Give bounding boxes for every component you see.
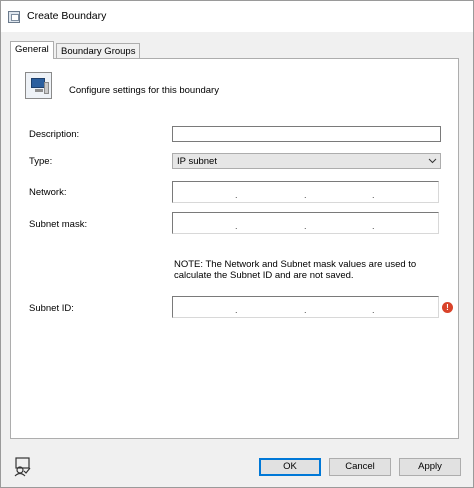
note-text: NOTE: The Network and Subnet mask values… (174, 259, 417, 281)
header-text: Configure settings for this boundary (69, 85, 219, 96)
network-field[interactable]: . . . (172, 181, 439, 203)
description-field[interactable] (172, 126, 441, 142)
computer-icon (25, 72, 52, 99)
type-select[interactable]: IP subnet (172, 153, 441, 169)
subnet-mask-field[interactable]: . . . (172, 212, 439, 234)
tab-boundary-groups[interactable]: Boundary Groups (56, 43, 141, 58)
type-selected-value: IP subnet (177, 156, 217, 167)
dialog-icon (8, 11, 20, 23)
ok-button[interactable]: OK (259, 458, 321, 476)
type-label: Type: (29, 156, 53, 167)
title-bar: Create Boundary (1, 1, 473, 32)
subnet-id-field[interactable]: . . . (172, 296, 439, 318)
create-boundary-dialog: Create Boundary General Boundary Groups … (0, 0, 474, 488)
error-icon: ! (442, 302, 453, 313)
user-help-icon[interactable] (13, 457, 33, 477)
network-label: Network: (29, 187, 67, 198)
subnet-mask-label: Subnet mask: (29, 219, 88, 230)
tab-general[interactable]: General (10, 41, 54, 59)
cancel-button[interactable]: Cancel (329, 458, 391, 476)
apply-button[interactable]: Apply (399, 458, 461, 476)
subnet-id-label: Subnet ID: (29, 303, 74, 314)
window-title: Create Boundary (27, 10, 107, 22)
general-panel: Configure settings for this boundary Des… (10, 58, 459, 439)
chevron-down-icon (428, 158, 437, 164)
description-label: Description: (29, 129, 80, 140)
